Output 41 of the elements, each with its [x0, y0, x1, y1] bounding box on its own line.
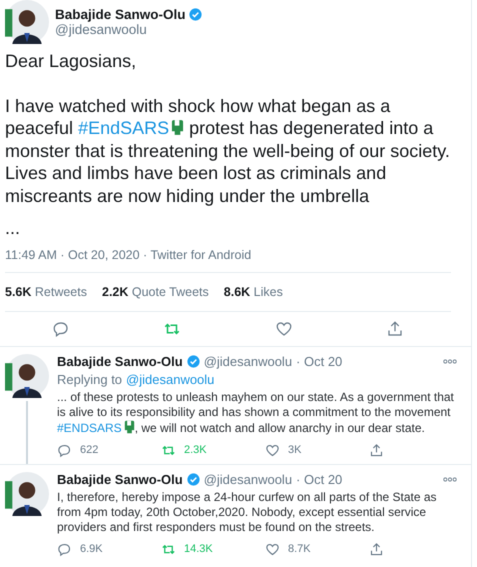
share-icon[interactable]	[369, 542, 384, 556]
tweet-date[interactable]: · Oct 20	[296, 472, 342, 486]
mention-link[interactable]: @jidesanwoolu	[126, 372, 214, 386]
reply-icon[interactable]	[52, 320, 70, 338]
avatar-icon[interactable]	[5, 472, 49, 516]
share-icon[interactable]	[369, 442, 384, 458]
like-icon[interactable]	[265, 442, 280, 458]
more-icon[interactable]	[443, 476, 457, 482]
stat-link[interactable]: 2.2K Quote Tweets	[102, 284, 209, 298]
tweet-text: ...	[5, 217, 22, 240]
user-handle[interactable]: @jidesanwoolu	[204, 472, 292, 486]
tweet-date[interactable]: · Oct 20	[296, 354, 342, 368]
share-icon[interactable]	[386, 320, 404, 338]
reply-icon[interactable]	[57, 442, 72, 458]
user-handle[interactable]: @jidesanwoolu	[204, 354, 292, 368]
tweet-text: Dear Lagosians,	[5, 50, 138, 72]
like-icon[interactable]	[265, 542, 280, 556]
user-name[interactable]: Babajide Sanwo-Olu	[57, 354, 183, 368]
like-count: 3K	[288, 444, 302, 456]
user-handle[interactable]: @jidesanwoolu	[55, 22, 202, 37]
reply-count: 622	[80, 444, 98, 456]
like-count: 8.7K	[288, 543, 311, 555]
replying-label: Replying to	[57, 372, 122, 386]
like-icon[interactable]	[274, 320, 293, 338]
user-name[interactable]: Babajide Sanwo-Olu	[55, 7, 186, 22]
reply-icon[interactable]	[57, 542, 72, 556]
stat-link[interactable]: 5.6K Retweets	[5, 284, 87, 298]
hashtag-link[interactable]: #EndSARS	[78, 118, 170, 138]
tweet-timestamp: 11:49 AM · Oct 20, 2020 · Twitter for Android	[5, 240, 451, 272]
avatar-icon[interactable]	[5, 0, 49, 44]
user-name[interactable]: Babajide Sanwo-Olu	[57, 472, 183, 486]
tweet-text: I have watched with shock how what began as a peaceful #EndSARS protest has degenerated into a monster that is threatening the well-being of our society. Lives and limbs have been lost as criminals and miscreants are now hiding under the umbrella	[5, 94, 451, 207]
stat-link[interactable]: 8.6K Likes	[224, 284, 283, 298]
retweet-count: 14.3K	[184, 543, 213, 555]
retweet-count: 2.3K	[184, 444, 207, 456]
tweet-text: I, therefore, hereby impose a 24-hour curfew on all parts of the State as from 4pm today, 20th October,2020. Nobody, except essential service providers and first responders must be found on the streets.	[57, 490, 438, 534]
avatar-icon[interactable]	[5, 354, 49, 398]
reply-count: 6.9K	[80, 543, 103, 555]
hashtag-link[interactable]: #ENDSARS	[57, 420, 122, 434]
more-icon[interactable]	[443, 358, 457, 364]
tweet-text: ... of these protests to unleash mayhem on our state. As a government that is alive to its responsibility and has shown a commitment to the movement #ENDSARS , we will not watch and allow anarchy in our dear state.	[57, 390, 455, 436]
